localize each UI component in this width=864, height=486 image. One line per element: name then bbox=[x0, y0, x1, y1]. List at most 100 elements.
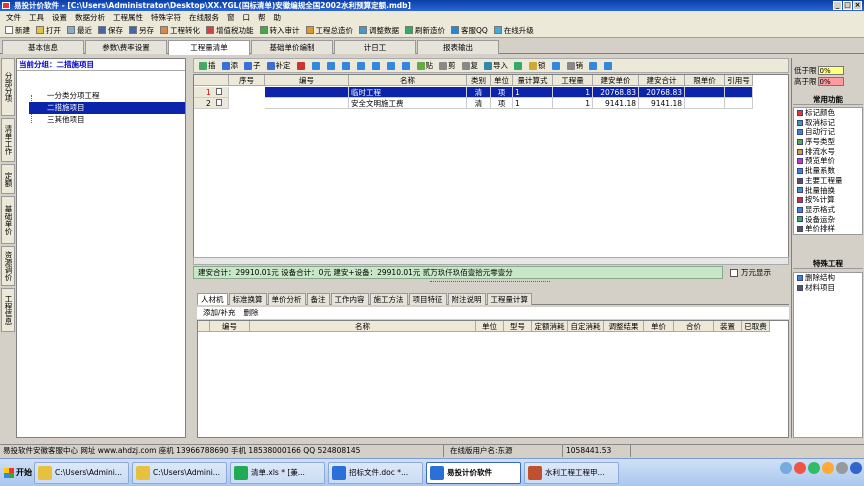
qq-button[interactable]: 客服QQ bbox=[448, 25, 491, 36]
new-file-button[interactable]: 新建 bbox=[2, 25, 33, 36]
common-function-item[interactable]: 主要工程量 bbox=[794, 176, 862, 186]
menu-item[interactable]: 数据分析 bbox=[71, 12, 109, 23]
open-folder-button[interactable]: 打开 bbox=[33, 25, 64, 36]
ime-icon[interactable] bbox=[850, 462, 862, 474]
grid-header[interactable]: 建安合计 bbox=[639, 75, 685, 86]
grid-header[interactable]: 单位 bbox=[491, 75, 513, 86]
bottom-tab-5[interactable]: 施工方法 bbox=[369, 293, 408, 305]
common-function-item[interactable]: 批量系数 bbox=[794, 166, 862, 176]
cell-formula[interactable]: 1 bbox=[513, 98, 553, 109]
grid-tool-8[interactable] bbox=[354, 61, 369, 70]
grid-tool-5[interactable] bbox=[309, 61, 324, 70]
vertical-tab-5[interactable]: 工程信息 bbox=[1, 288, 15, 332]
grid-tool-16[interactable] bbox=[511, 61, 526, 70]
menu-item[interactable]: 口 bbox=[239, 12, 255, 23]
tax-button[interactable]: 增值税功能 bbox=[203, 25, 257, 36]
menu-item[interactable]: 文件 bbox=[2, 12, 25, 23]
cell-code[interactable] bbox=[265, 98, 349, 109]
bottom-tab-2[interactable]: 单价分析 bbox=[267, 293, 306, 305]
common-function-item[interactable]: 自动行记 bbox=[794, 127, 862, 137]
vertical-tab-4[interactable]: 资源调价 bbox=[1, 246, 15, 286]
cell-qty[interactable]: 1 bbox=[553, 98, 593, 109]
common-function-item[interactable]: 取消标记 bbox=[794, 118, 862, 128]
cell-limit[interactable] bbox=[685, 98, 725, 109]
grid-tool-20[interactable] bbox=[586, 61, 601, 70]
common-function-item[interactable]: 序号类型 bbox=[794, 137, 862, 147]
recent-button[interactable]: 最近 bbox=[64, 25, 95, 36]
adjust-button[interactable]: 调整数据 bbox=[356, 25, 402, 36]
grid-header[interactable]: 引用号 bbox=[725, 75, 753, 86]
volume-icon[interactable] bbox=[836, 462, 848, 474]
tree-item[interactable]: 二措施项目 bbox=[29, 102, 185, 114]
grid-header[interactable]: 名称 bbox=[349, 75, 467, 86]
cell-total[interactable]: 20768.83 bbox=[639, 87, 685, 98]
grid-header[interactable]: 限单价 bbox=[685, 75, 725, 86]
taskbar-item[interactable]: 水利工程工程甲... bbox=[524, 461, 619, 484]
grid-tool-19[interactable]: 销 bbox=[564, 60, 587, 71]
tab-5[interactable]: 报表输出 bbox=[417, 40, 499, 54]
grid-tool-10[interactable] bbox=[384, 61, 399, 70]
table-row[interactable]: 1 临时工程清项 1 1 20768.83 20768.83 bbox=[194, 87, 788, 98]
common-function-item[interactable]: 批量抽换 bbox=[794, 186, 862, 196]
grid-tool-11[interactable] bbox=[399, 61, 414, 70]
bottom-tab-8[interactable]: 工程量计算 bbox=[486, 293, 532, 305]
grid-tool-21[interactable] bbox=[601, 61, 616, 70]
tree-item[interactable]: 一分类分项工程 bbox=[29, 90, 185, 102]
cell-price[interactable]: 20768.83 bbox=[593, 87, 639, 98]
bottom-grid-header[interactable]: 调整结果 bbox=[604, 321, 644, 332]
tab-0[interactable]: 基本信息 bbox=[2, 40, 84, 54]
grid-header[interactable]: 类别 bbox=[467, 75, 491, 86]
cell-price[interactable]: 9141.18 bbox=[593, 98, 639, 109]
taskbar-item[interactable]: C:\Users\Admini... bbox=[34, 461, 129, 484]
network-icon[interactable] bbox=[780, 462, 792, 474]
bottom-grid-header[interactable]: 单位 bbox=[476, 321, 504, 332]
start-button[interactable]: 开始 bbox=[2, 462, 34, 484]
vertical-tab-0[interactable]: 分部分项 bbox=[1, 58, 15, 116]
common-function-item[interactable]: 预览单价 bbox=[794, 156, 862, 166]
cell-type[interactable]: 清 bbox=[467, 87, 491, 98]
grid-tool-2[interactable]: 子 bbox=[241, 60, 264, 71]
low-limit-value[interactable]: 0% bbox=[817, 66, 844, 75]
common-function-item[interactable]: 按%计算 bbox=[794, 195, 862, 205]
vertical-tab-2[interactable]: 定额 bbox=[1, 164, 15, 194]
cell-limit[interactable] bbox=[685, 87, 725, 98]
grid-tool-9[interactable] bbox=[369, 61, 384, 70]
convert-button[interactable]: 工程转化 bbox=[157, 25, 203, 36]
common-function-item[interactable]: 设备运杂 bbox=[794, 215, 862, 225]
cell-seq[interactable]: 2 bbox=[204, 98, 218, 109]
audit-button[interactable]: 转入审计 bbox=[257, 25, 303, 36]
taskbar-item[interactable]: 招标文件.doc *... bbox=[328, 461, 423, 484]
menu-item[interactable]: 工具 bbox=[25, 12, 48, 23]
common-function-item[interactable]: 单价排样 bbox=[794, 224, 862, 234]
grid-tool-3[interactable]: 补定 bbox=[264, 60, 294, 71]
grid-tool-14[interactable]: 复 bbox=[459, 60, 482, 71]
menu-item[interactable]: 帮 bbox=[254, 12, 270, 23]
menu-item[interactable]: 在线服务 bbox=[185, 12, 223, 23]
bottom-grid-header[interactable]: 定额消耗 bbox=[532, 321, 568, 332]
cell-code[interactable] bbox=[265, 87, 349, 98]
cell-name[interactable]: 临时工程 bbox=[349, 87, 467, 98]
bottom-grid-header[interactable]: 编号 bbox=[210, 321, 250, 332]
menu-item[interactable]: 工程属性 bbox=[109, 12, 147, 23]
app-tray-icon[interactable] bbox=[808, 462, 820, 474]
grid-tool-1[interactable]: 添 bbox=[219, 60, 242, 71]
cell-ref[interactable] bbox=[725, 87, 753, 98]
grid-tool-13[interactable]: 剪 bbox=[436, 60, 459, 71]
menu-item[interactable]: 设置 bbox=[48, 12, 71, 23]
maximize-button[interactable]: □ bbox=[843, 1, 852, 10]
horizontal-scrollbar[interactable] bbox=[193, 257, 789, 265]
grid-header[interactable]: 工程量 bbox=[553, 75, 593, 86]
special-function-item[interactable]: 删除结构 bbox=[794, 273, 862, 283]
grid-tool-4[interactable] bbox=[294, 61, 309, 70]
tab-4[interactable]: 计日工 bbox=[334, 40, 416, 54]
bottom-grid-header[interactable]: 型号 bbox=[504, 321, 532, 332]
common-function-item[interactable]: 排流水号 bbox=[794, 147, 862, 157]
bottom-tab-4[interactable]: 工作内容 bbox=[330, 293, 369, 305]
grid-header[interactable]: 编号 bbox=[265, 75, 349, 86]
grid-header[interactable]: 量计算式 bbox=[513, 75, 553, 86]
taskbar-item[interactable]: 易投计价软件 bbox=[426, 461, 521, 484]
bottom-grid-header[interactable]: 自定消耗 bbox=[568, 321, 604, 332]
tab-3[interactable]: 基础单价编制 bbox=[251, 40, 333, 54]
security-icon[interactable] bbox=[794, 462, 806, 474]
bottom-grid-header[interactable]: 合价 bbox=[674, 321, 714, 332]
